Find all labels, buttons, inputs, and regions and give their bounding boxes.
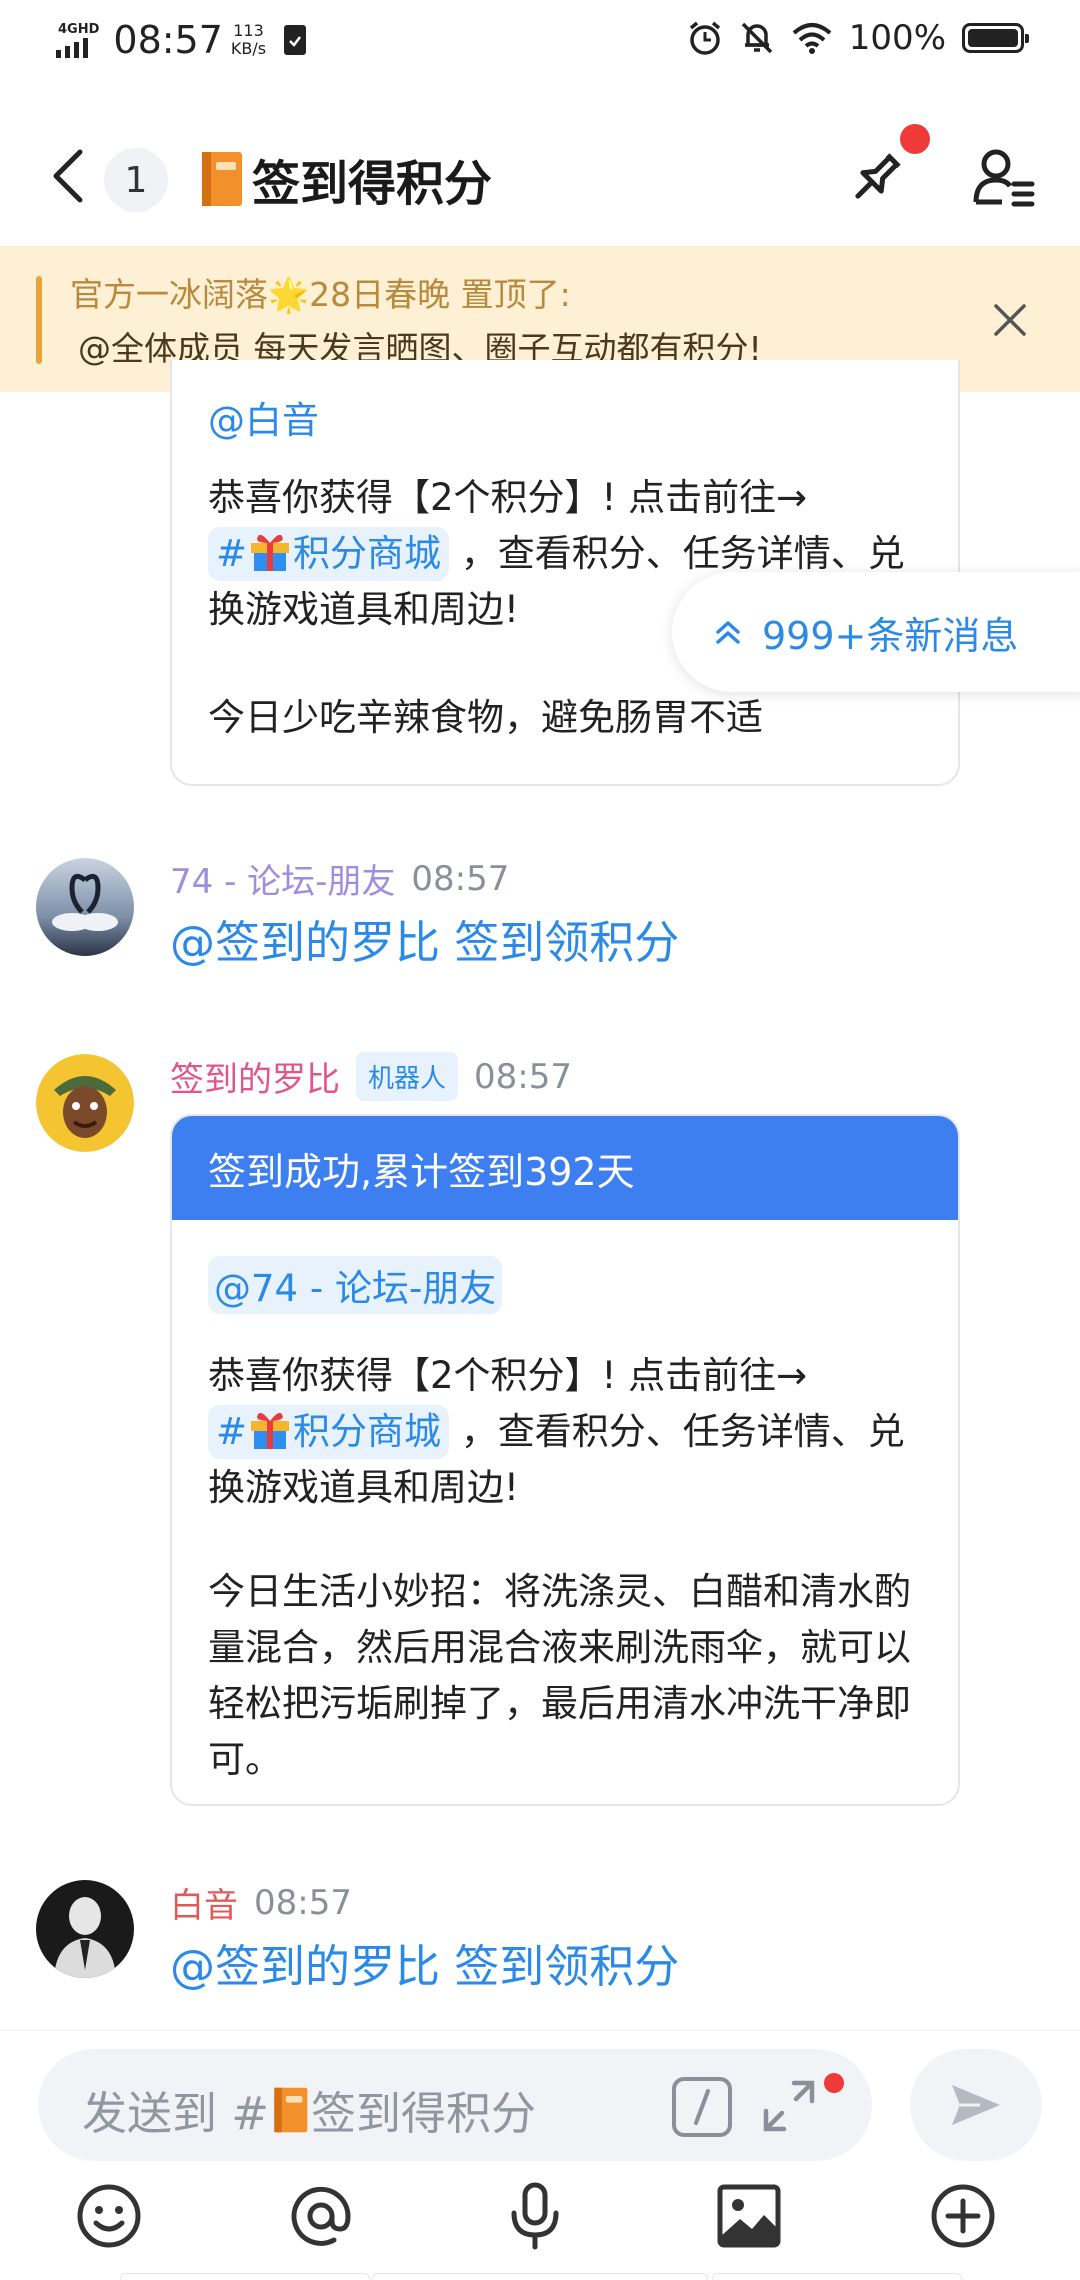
chat-message: 白音 08:57 @签到的罗比 签到领积分	[0, 1876, 1080, 2006]
reward-text-start: 恭喜你获得【2个积分】! 点击前往→	[208, 476, 808, 519]
sender-name[interactable]: 签到的罗比	[170, 1052, 340, 1101]
mic-icon[interactable]	[500, 2181, 570, 2251]
alarm-icon	[689, 21, 720, 55]
status-bar: 4GHD 08:57 113 KB/s 100%	[0, 0, 1080, 84]
message-time: 08:57	[254, 1882, 352, 1923]
network-type: 4GHD	[58, 21, 100, 37]
battery-text: 100%	[848, 18, 946, 58]
daily-tip: 今日生活小妙招：将洗涤灵、白醋和清水酌量混合，然后用混合液来刷洗雨伞，就可以轻松…	[208, 1570, 911, 1781]
tag-label: 积分商城	[293, 532, 442, 575]
notice-title: 官方一冰阔落🌟28日春晚 置顶了:	[70, 275, 571, 314]
send-button[interactable]	[910, 2049, 1042, 2161]
members-icon[interactable]	[970, 144, 1040, 214]
slash-icon	[694, 2089, 710, 2125]
bottom-panel-edge	[0, 2273, 1080, 2280]
message-input[interactable]: 发送到 # 签到得积分	[38, 2049, 872, 2161]
new-messages-button[interactable]: 999+条新消息	[672, 572, 1080, 692]
input-placeholder: 发送到 # 签到得积分	[82, 2077, 536, 2142]
tag-hash: #	[216, 532, 248, 575]
image-icon[interactable]	[714, 2181, 784, 2251]
slash-command-button[interactable]	[672, 2077, 732, 2137]
message-time: 08:57	[411, 858, 510, 899]
message-time: 08:57	[474, 1056, 572, 1097]
composer-toolbar	[0, 2181, 1080, 2261]
gift-icon	[251, 534, 290, 571]
checkin-result-card: 签到成功,累计签到392天 @74 - 论坛-朋友 恭喜你获得【2个积分】! 点…	[170, 1114, 960, 1806]
mention-tag[interactable]: @白音	[208, 390, 319, 444]
tag-hash: #	[216, 1410, 248, 1453]
message-text[interactable]: @签到的罗比 签到领积分	[170, 1930, 679, 1995]
status-time: 08:57	[113, 18, 223, 62]
notification-dot	[824, 2073, 844, 2093]
notification-dot	[900, 124, 930, 154]
new-messages-label: 999+条新消息	[762, 613, 1019, 658]
expand-icon[interactable]	[760, 2077, 818, 2135]
network-speed: 113 KB/s	[231, 22, 266, 58]
points-mall-link[interactable]: # 积分商城	[208, 1405, 450, 1459]
battery-icon	[962, 23, 1029, 53]
sender-name[interactable]: 白音	[170, 1878, 238, 1927]
emoji-icon[interactable]	[74, 2181, 144, 2251]
unread-count-badge[interactable]: 1	[104, 148, 168, 212]
signal-icon	[56, 36, 88, 58]
close-icon[interactable]	[990, 300, 1030, 340]
pin-icon[interactable]	[842, 142, 912, 212]
daily-tip: 今日少吃辛辣食物，避免肠胃不适	[208, 696, 763, 739]
message-meta: 白音 08:57	[170, 1878, 352, 1927]
chat-message-bot: 签到的罗比 机器人 08:57	[0, 1048, 1080, 1152]
channel-title: 签到得积分	[198, 144, 492, 214]
message-meta: 签到的罗比 机器人 08:57	[170, 1052, 572, 1101]
book-icon	[202, 152, 242, 206]
book-icon	[274, 2087, 308, 2132]
composer: 发送到 # 签到得积分	[0, 2030, 1080, 2280]
avatar[interactable]	[36, 858, 134, 956]
plus-circle-icon[interactable]	[928, 2181, 998, 2251]
card-header: 签到成功,累计签到392天	[172, 1116, 958, 1220]
chevron-double-up-icon	[716, 621, 740, 644]
mention-tag[interactable]: @74 - 论坛-朋友	[208, 1256, 503, 1314]
avatar[interactable]	[36, 1054, 134, 1152]
clipboard-icon	[284, 25, 307, 55]
bot-badge: 机器人	[356, 1052, 459, 1101]
placeholder-channel: 签到得积分	[311, 2087, 537, 2140]
tag-label: 积分商城	[293, 1410, 442, 1453]
message-meta: 74 - 论坛-朋友 08:57	[170, 854, 509, 903]
wifi-icon	[792, 23, 832, 54]
send-icon	[952, 2085, 1000, 2125]
sender-name[interactable]: 74 - 论坛-朋友	[170, 854, 395, 903]
message-text[interactable]: @签到的罗比 签到领积分	[170, 906, 679, 971]
page-title: 签到得积分	[252, 156, 493, 212]
reward-text-start: 恭喜你获得【2个积分】! 点击前往→	[208, 1354, 808, 1397]
chat-message: 74 - 论坛-朋友 08:57 @签到的罗比 签到领积分	[0, 852, 1080, 972]
points-mall-link[interactable]: # 积分商城	[208, 527, 450, 581]
gift-icon	[251, 1412, 290, 1449]
mute-icon	[741, 22, 773, 54]
at-icon[interactable]	[286, 2181, 356, 2251]
placeholder-prefix: 发送到 #	[82, 2087, 270, 2140]
notice-accent-bar	[36, 276, 42, 364]
speed-unit: KB/s	[230, 39, 267, 58]
speed-value: 113	[233, 21, 264, 40]
reward-text: 恭喜你获得【2个积分】! 点击前往→ # 积分商城 ，查看积分、任务详情、兑换游戏…	[208, 1348, 928, 1516]
chat-header: 1 签到得积分	[0, 96, 1080, 246]
avatar[interactable]	[36, 1880, 134, 1978]
back-icon[interactable]	[44, 146, 94, 206]
